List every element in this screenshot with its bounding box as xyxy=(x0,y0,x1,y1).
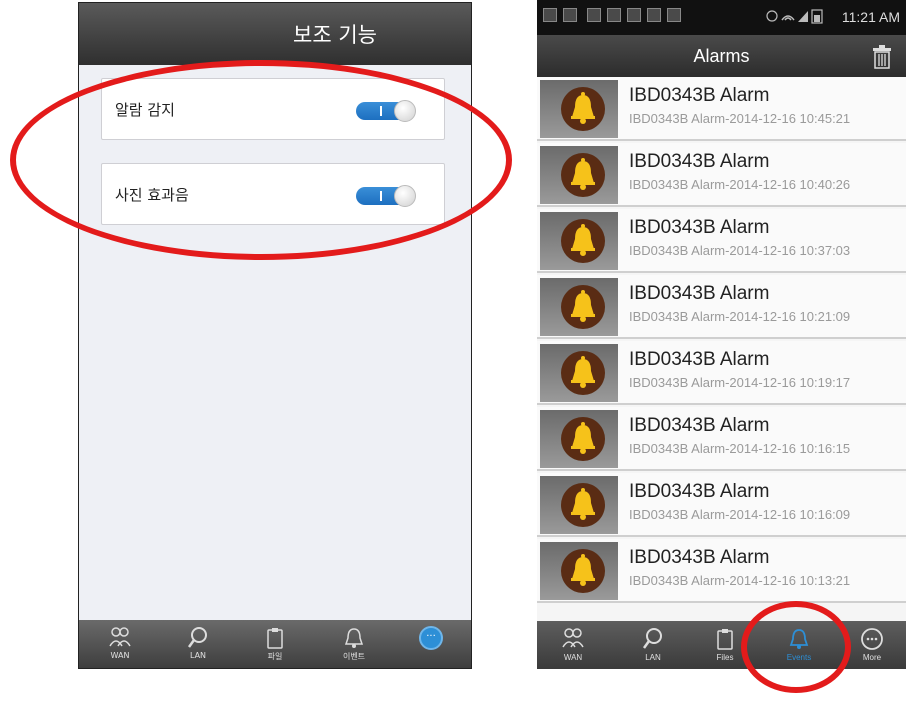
alarm-timestamp: IBD0343B Alarm-2014-12-16 10:13:21 xyxy=(629,573,851,588)
alarm-row[interactable]: IBD0343B Alarm IBD0343B Alarm-2014-12-16 … xyxy=(537,275,906,339)
alarm-timestamp: IBD0343B Alarm-2014-12-16 10:21:09 xyxy=(629,309,851,324)
alarm-title: IBD0343B Alarm xyxy=(629,217,770,238)
bell-icon xyxy=(571,158,595,190)
bell-icon xyxy=(571,92,595,124)
notification-icon xyxy=(647,8,661,22)
bell-icon xyxy=(571,554,595,586)
more-icon xyxy=(861,628,883,650)
alarm-title: IBD0343B Alarm xyxy=(629,415,770,436)
bell-icon xyxy=(571,422,595,454)
left-bottom-nav: WAN LAN 파일 이벤트 ··· xyxy=(79,620,471,668)
status-bar: 11:21 AM xyxy=(537,0,906,35)
people-icon xyxy=(109,627,131,647)
search-icon xyxy=(642,628,662,649)
alarm-title: IBD0343B Alarm xyxy=(629,283,770,304)
clipboard-icon xyxy=(717,629,733,650)
left-page-title: 보조 기능 xyxy=(293,23,377,47)
alarm-thumbnail xyxy=(540,212,618,270)
alarm-thumbnail xyxy=(540,278,618,336)
trash-icon[interactable] xyxy=(872,45,892,69)
wifi-signal-battery-icon xyxy=(766,9,823,24)
clipboard-icon xyxy=(267,628,283,649)
nav-label: WAN xyxy=(110,651,130,660)
nav-events[interactable]: 이벤트 xyxy=(319,620,389,668)
nav-label: 이벤트 xyxy=(342,652,366,661)
nav-label: WAN xyxy=(563,653,583,662)
alarms-title: Alarms xyxy=(693,45,750,66)
alarm-thumbnail xyxy=(540,410,618,468)
notification-icons xyxy=(543,8,681,22)
bell-icon xyxy=(571,290,595,322)
status-time: 11:21 AM xyxy=(841,9,900,25)
bell-icon xyxy=(571,356,595,388)
nav-label: LAN xyxy=(189,651,207,660)
nav-lan[interactable]: LAN xyxy=(623,621,683,669)
alarm-thumbnail xyxy=(540,542,618,600)
alarm-timestamp: IBD0343B Alarm-2014-12-16 10:37:03 xyxy=(629,243,851,258)
notification-icon xyxy=(607,8,621,22)
alarms-header: Alarms xyxy=(537,35,906,77)
alarm-title: IBD0343B Alarm xyxy=(629,85,770,106)
alarm-row[interactable]: IBD0343B Alarm IBD0343B Alarm-2014-12-16 … xyxy=(537,407,906,471)
alarm-timestamp: IBD0343B Alarm-2014-12-16 10:19:17 xyxy=(629,375,851,390)
signal-icons xyxy=(766,8,828,28)
alarm-row[interactable]: IBD0343B Alarm IBD0343B Alarm-2014-12-16 … xyxy=(537,473,906,537)
alarm-title: IBD0343B Alarm xyxy=(629,481,770,502)
nav-files[interactable]: 파일 xyxy=(240,620,310,668)
nav-wan[interactable]: WAN xyxy=(85,620,155,668)
annotation-ellipse-settings xyxy=(10,60,512,260)
alarm-row[interactable]: IBD0343B Alarm IBD0343B Alarm-2014-12-16 … xyxy=(537,539,906,603)
alarm-title: IBD0343B Alarm xyxy=(629,349,770,370)
alarm-timestamp: IBD0343B Alarm-2014-12-16 10:16:09 xyxy=(629,507,851,522)
alarm-timestamp: IBD0343B Alarm-2014-12-16 10:40:26 xyxy=(629,177,851,192)
nav-more[interactable]: ··· xyxy=(397,620,467,668)
left-header: 보조 기능 xyxy=(79,3,471,65)
alarm-row[interactable]: IBD0343B Alarm IBD0343B Alarm-2014-12-16 … xyxy=(537,209,906,273)
alarm-thumbnail xyxy=(540,80,618,138)
alarm-thumbnail xyxy=(540,344,618,402)
alarm-timestamp: IBD0343B Alarm-2014-12-16 10:45:21 xyxy=(629,111,851,126)
more-icon: ··· xyxy=(419,626,443,650)
bell-icon xyxy=(571,224,595,256)
alarm-thumbnail xyxy=(540,146,618,204)
bell-icon xyxy=(344,628,364,648)
nav-lan[interactable]: LAN xyxy=(163,620,233,668)
notification-icon xyxy=(543,8,557,22)
alarm-row[interactable]: IBD0343B Alarm IBD0343B Alarm-2014-12-16 … xyxy=(537,143,906,207)
people-icon xyxy=(562,628,584,648)
nav-label: More xyxy=(862,653,882,662)
alarm-thumbnail xyxy=(540,476,618,534)
alarm-title: IBD0343B Alarm xyxy=(629,151,770,172)
nav-label: LAN xyxy=(645,653,661,662)
alarm-row[interactable]: IBD0343B Alarm IBD0343B Alarm-2014-12-16 … xyxy=(537,341,906,405)
nav-wan[interactable]: WAN xyxy=(543,621,603,669)
right-phone-screen: 11:21 AM Alarms IBD0343B Alarm IBD0343B A… xyxy=(537,0,906,669)
notification-icon xyxy=(587,8,601,22)
alarm-timestamp: IBD0343B Alarm-2014-12-16 10:16:15 xyxy=(629,441,851,456)
bell-icon xyxy=(571,488,595,520)
notification-icon xyxy=(563,8,577,22)
annotation-ellipse-events-tab xyxy=(741,601,851,693)
notification-icon xyxy=(667,8,681,22)
alarm-title: IBD0343B Alarm xyxy=(629,547,770,568)
search-icon xyxy=(187,627,207,648)
nav-label: 파일 xyxy=(267,652,283,661)
alarm-row[interactable]: IBD0343B Alarm IBD0343B Alarm-2014-12-16 … xyxy=(537,77,906,141)
nav-more[interactable]: More xyxy=(842,621,902,669)
notification-icon xyxy=(627,8,641,22)
